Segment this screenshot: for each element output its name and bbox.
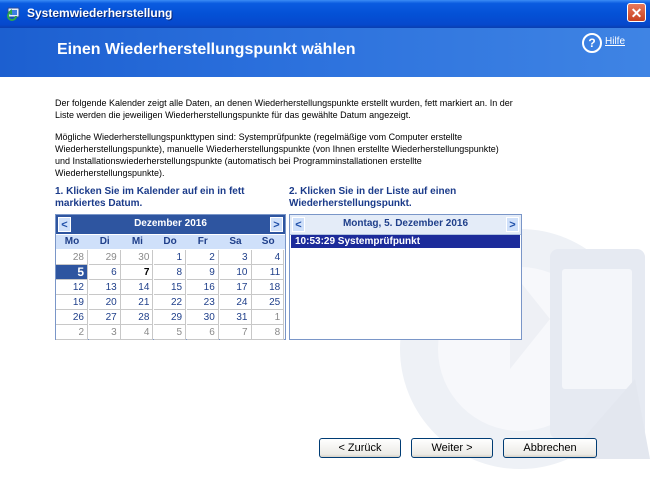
calendar-day[interactable]: 1 xyxy=(154,250,187,265)
calendar-day[interactable]: 28 xyxy=(121,310,154,325)
title-bar: Systemwiederherstellung ✕ xyxy=(0,0,650,28)
cancel-button[interactable]: Abbrechen xyxy=(503,438,597,458)
calendar-day[interactable]: 13 xyxy=(88,280,121,295)
calendar-day[interactable]: 4 xyxy=(121,325,154,340)
next-month-button[interactable]: > xyxy=(270,217,283,232)
calendar-day[interactable]: 2 xyxy=(186,250,219,265)
calendar-day[interactable]: 5 xyxy=(154,325,187,340)
calendar-day[interactable]: 14 xyxy=(121,280,154,295)
window-title: Systemwiederherstellung xyxy=(27,6,173,20)
list-date-label: Montag, 5. Dezember 2016 xyxy=(342,218,469,229)
weekday-label: Di xyxy=(99,236,110,247)
calendar-day[interactable]: 23 xyxy=(186,295,219,310)
calendar-day[interactable]: 2 xyxy=(56,325,88,340)
calendar-day[interactable]: 7 xyxy=(121,265,154,280)
calendar-day[interactable]: 3 xyxy=(219,250,252,265)
calendar-day[interactable]: 16 xyxy=(186,280,219,295)
weekday-header-row: Mo Di Mi Do Fr Sa So xyxy=(56,235,285,249)
step1-label: 1. Klicken Sie im Kalender auf ein in fe… xyxy=(55,186,245,209)
page-title: Einen Wiederherstellungspunkt wählen xyxy=(57,41,356,58)
calendar-day[interactable]: 25 xyxy=(252,295,285,310)
calendar-day[interactable]: 10 xyxy=(219,265,252,280)
step2-label: 2. Klicken Sie in der Liste auf einen Wi… xyxy=(289,186,457,209)
calendar-day[interactable]: 3 xyxy=(88,325,121,340)
calendar-day[interactable]: 26 xyxy=(56,310,88,325)
calendar-day[interactable]: 21 xyxy=(121,295,154,310)
close-icon: ✕ xyxy=(630,5,643,21)
calendar-day[interactable]: 15 xyxy=(154,280,187,295)
back-button[interactable]: < Zurück xyxy=(319,438,401,458)
calendar-day[interactable]: 8 xyxy=(154,265,187,280)
calendar-day[interactable]: 30 xyxy=(186,310,219,325)
restore-point-item[interactable]: 10:53:29 Systemprüfpunkt xyxy=(291,235,520,248)
calendar-day[interactable]: 31 xyxy=(219,310,252,325)
calendar-day[interactable]: 9 xyxy=(186,265,219,280)
weekday-label: Fr xyxy=(197,236,208,247)
calendar-day[interactable]: 5 xyxy=(56,265,88,280)
calendar-day[interactable]: 30 xyxy=(121,250,154,265)
intro-paragraph-2: Mögliche Wiederherstellungspunkttypen si… xyxy=(55,132,499,178)
calendar-day[interactable]: 1 xyxy=(252,310,285,325)
intro-paragraph-1: Der folgende Kalender zeigt alle Daten, … xyxy=(55,98,513,120)
calendar-day[interactable]: 6 xyxy=(88,265,121,280)
system-restore-window: Systemwiederherstellung ✕ Einen Wiederhe… xyxy=(0,0,650,479)
calendar-day[interactable]: 24 xyxy=(219,295,252,310)
calendar-month-label: Dezember 2016 xyxy=(134,218,207,229)
calendar-day[interactable]: 17 xyxy=(219,280,252,295)
calendar-day[interactable]: 29 xyxy=(88,250,121,265)
restore-point-list: < Montag, 5. Dezember 2016 > 10:53:29 Sy… xyxy=(289,214,522,340)
weekday-label: So xyxy=(261,236,275,247)
next-day-button[interactable]: > xyxy=(506,217,519,232)
calendar-day[interactable]: 8 xyxy=(252,325,285,340)
calendar-day[interactable]: 7 xyxy=(219,325,252,340)
list-header: < Montag, 5. Dezember 2016 > xyxy=(290,215,521,235)
weekday-label: Mo xyxy=(64,236,80,247)
next-button[interactable]: Weiter > xyxy=(411,438,493,458)
header-band: Einen Wiederherstellungspunkt wählen ? H… xyxy=(0,28,650,77)
calendar-day[interactable]: 19 xyxy=(56,295,88,310)
calendar-day[interactable]: 20 xyxy=(88,295,121,310)
calendar-day[interactable]: 11 xyxy=(252,265,285,280)
weekday-label: Mi xyxy=(131,236,143,247)
help-link[interactable]: Hilfe xyxy=(605,36,625,47)
calendar-day[interactable]: 18 xyxy=(252,280,285,295)
calendar-day[interactable]: 6 xyxy=(186,325,219,340)
calendar-header: < Dezember 2016 > xyxy=(56,215,285,234)
calendar-day[interactable]: 4 xyxy=(252,250,285,265)
weekday-label: Sa xyxy=(229,236,242,247)
calendar-day[interactable]: 29 xyxy=(154,310,187,325)
weekday-label: Do xyxy=(163,236,177,247)
calendar-day[interactable]: 22 xyxy=(154,295,187,310)
calendar: < Dezember 2016 > Mo Di Mi Do Fr Sa So 28 29 30 1… xyxy=(55,214,286,340)
system-restore-icon xyxy=(7,7,20,21)
close-button[interactable]: ✕ xyxy=(627,3,646,22)
calendar-day[interactable]: 12 xyxy=(56,280,88,295)
help-icon[interactable]: ? xyxy=(582,33,602,53)
calendar-day[interactable]: 27 xyxy=(88,310,121,325)
calendar-day[interactable]: 28 xyxy=(56,250,88,265)
